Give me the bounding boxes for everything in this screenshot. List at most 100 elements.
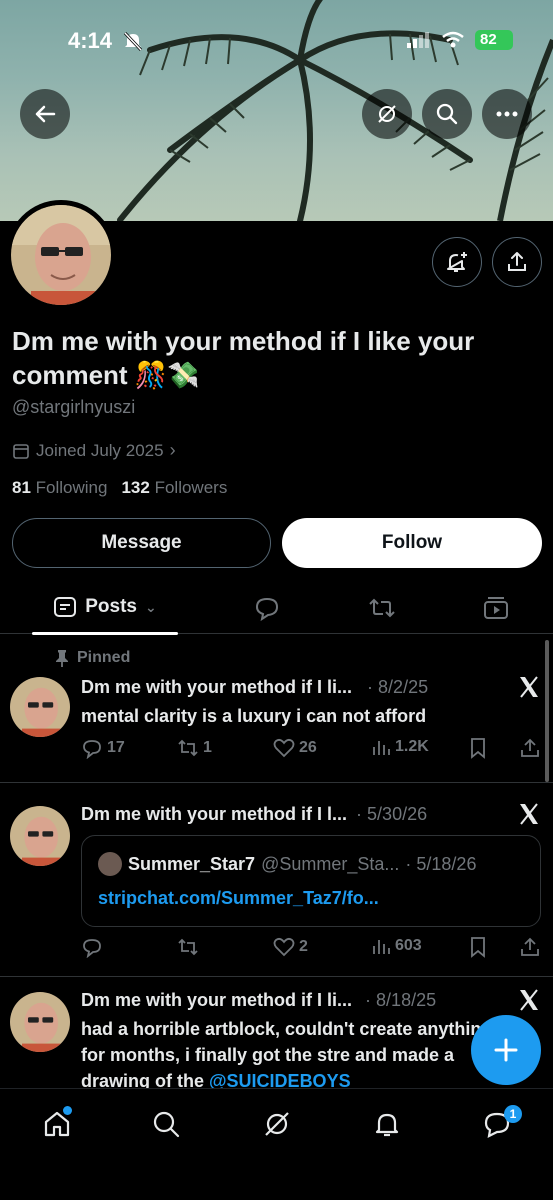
reply-button[interactable]: 17 bbox=[81, 737, 125, 759]
post-date[interactable]: · 5/30/26 bbox=[356, 804, 427, 824]
search-icon bbox=[436, 103, 458, 125]
compose-button[interactable] bbox=[471, 1015, 541, 1085]
search-button[interactable] bbox=[422, 89, 472, 139]
quote-header: Summer_Star7 @Summer_Sta... · 5/18/26 bbox=[98, 852, 476, 876]
x-logo-icon[interactable] bbox=[517, 675, 541, 699]
profile-display-name: Dm me with your method if I like your co… bbox=[12, 326, 475, 390]
post-actions: 17 1 26 1.2K bbox=[81, 737, 541, 761]
notify-button[interactable] bbox=[432, 237, 482, 287]
avatar-photo bbox=[10, 677, 70, 737]
following-link[interactable]: 81 Following bbox=[12, 478, 107, 498]
post-header: Dm me with your method if I l... · 5/30/… bbox=[81, 804, 427, 825]
avatar-photo bbox=[10, 806, 70, 866]
bell-icon[interactable] bbox=[372, 1109, 402, 1139]
like-button[interactable]: 26 bbox=[273, 737, 317, 759]
views-button[interactable]: 603 bbox=[371, 936, 422, 956]
like-icon bbox=[273, 738, 295, 758]
plus-icon bbox=[494, 1038, 518, 1062]
profile-avatar[interactable] bbox=[6, 200, 116, 310]
post-author[interactable]: Dm me with your method if I li... bbox=[81, 677, 352, 697]
post-actions: 2 603 bbox=[81, 936, 541, 960]
wifi-icon bbox=[442, 31, 464, 48]
status-time: 4:14 bbox=[68, 28, 113, 53]
post-header: Dm me with your method if I li... · 8/2/… bbox=[81, 677, 428, 698]
calendar-icon bbox=[13, 443, 29, 459]
tab-replies-icon[interactable] bbox=[253, 594, 281, 622]
follow-stats: 81 Following 132 Followers bbox=[12, 478, 227, 498]
messages-badge: 1 bbox=[504, 1105, 522, 1123]
home-badge bbox=[63, 1106, 72, 1115]
views-icon bbox=[373, 741, 390, 755]
chevron-down-icon: ⌄ bbox=[145, 598, 157, 615]
more-button[interactable] bbox=[482, 89, 532, 139]
post-date[interactable]: · 8/18/25 bbox=[365, 990, 436, 1010]
bookmark-icon[interactable] bbox=[468, 737, 488, 759]
share-icon[interactable] bbox=[519, 936, 541, 958]
x-logo-icon[interactable] bbox=[517, 802, 541, 826]
more-icon bbox=[496, 111, 518, 117]
grok-button[interactable] bbox=[362, 89, 412, 139]
pinned-label: Pinned bbox=[77, 649, 131, 666]
post-text: mental clarity is a luxury i can not aff… bbox=[81, 706, 427, 726]
back-button[interactable] bbox=[20, 89, 70, 139]
views-icon bbox=[373, 940, 390, 954]
post-avatar[interactable] bbox=[10, 992, 70, 1052]
bookmark-icon[interactable] bbox=[468, 936, 488, 958]
share-icon bbox=[508, 252, 526, 271]
status-indicators: 82 bbox=[407, 30, 513, 50]
repost-button[interactable]: 1 bbox=[177, 737, 212, 759]
grok-icon[interactable] bbox=[262, 1109, 292, 1139]
silent-bell-icon bbox=[123, 31, 143, 52]
followers-link[interactable]: 132 Followers bbox=[121, 478, 227, 498]
search-icon[interactable] bbox=[151, 1109, 181, 1139]
post-author[interactable]: Dm me with your method if I li... bbox=[81, 990, 352, 1010]
quote-link[interactable]: stripchat.com/Summer_Taz7/fo... bbox=[98, 888, 379, 909]
post-text: had a horrible artblock, couldn't create… bbox=[81, 1019, 493, 1091]
back-arrow-icon bbox=[35, 105, 56, 123]
joined-date[interactable]: Joined July 2025 › bbox=[12, 440, 176, 461]
share-profile-button[interactable] bbox=[492, 237, 542, 287]
bottom-nav: 1 bbox=[0, 1088, 553, 1200]
post-author[interactable]: Dm me with your method if I l... bbox=[81, 804, 347, 824]
views-button[interactable]: 1.2K bbox=[371, 737, 429, 757]
reply-button[interactable] bbox=[81, 936, 103, 958]
post-avatar[interactable] bbox=[10, 806, 70, 866]
tab-reposts-icon[interactable] bbox=[368, 594, 396, 622]
repost-icon bbox=[178, 938, 198, 956]
tab-posts[interactable]: Posts ⌄ bbox=[32, 580, 178, 635]
signal-icon bbox=[407, 32, 429, 48]
post-date[interactable]: · 8/2/25 bbox=[367, 677, 428, 697]
message-button[interactable]: Message bbox=[12, 518, 271, 568]
post-item[interactable]: Pinned Dm me with your method if I li...… bbox=[0, 635, 553, 783]
repost-button[interactable] bbox=[177, 936, 199, 958]
posts-icon bbox=[54, 597, 77, 617]
quote-avatar bbox=[98, 852, 122, 876]
reply-icon bbox=[83, 740, 101, 759]
post-header: Dm me with your method if I li... · 8/18… bbox=[81, 990, 436, 1011]
pinned-indicator: Pinned bbox=[55, 649, 130, 667]
share-icon[interactable] bbox=[519, 737, 541, 759]
quote-date: · 5/18/26 bbox=[405, 853, 477, 874]
battery-indicator: 82 bbox=[475, 30, 513, 50]
avatar-photo bbox=[10, 992, 70, 1052]
profile-tabs: Posts ⌄ bbox=[0, 580, 553, 635]
post-item[interactable]: Dm me with your method if I l... · 5/30/… bbox=[0, 784, 553, 977]
like-icon bbox=[273, 937, 295, 957]
reply-icon bbox=[83, 939, 101, 958]
chevron-right-icon: › bbox=[169, 440, 176, 460]
quoted-post[interactable]: Summer_Star7 @Summer_Sta... · 5/18/26 st… bbox=[81, 835, 541, 927]
tab-media-icon[interactable] bbox=[482, 594, 510, 622]
post-item[interactable]: Dm me with your method if I li... · 8/18… bbox=[0, 978, 553, 1091]
joined-text: Joined July 2025 bbox=[36, 440, 164, 460]
grok-icon bbox=[378, 105, 396, 123]
notification-bell-plus-icon bbox=[447, 252, 467, 272]
x-logo-icon[interactable] bbox=[517, 988, 541, 1012]
like-button[interactable]: 2 bbox=[273, 936, 308, 958]
quote-author: Summer_Star7 bbox=[128, 853, 256, 874]
post-avatar[interactable] bbox=[10, 677, 70, 737]
pin-icon bbox=[56, 650, 68, 667]
follow-button[interactable]: Follow bbox=[282, 518, 542, 568]
repost-icon bbox=[178, 739, 198, 757]
profile-handle: @stargirlnyuszi bbox=[12, 397, 136, 417]
tab-posts-label: Posts bbox=[85, 596, 137, 617]
